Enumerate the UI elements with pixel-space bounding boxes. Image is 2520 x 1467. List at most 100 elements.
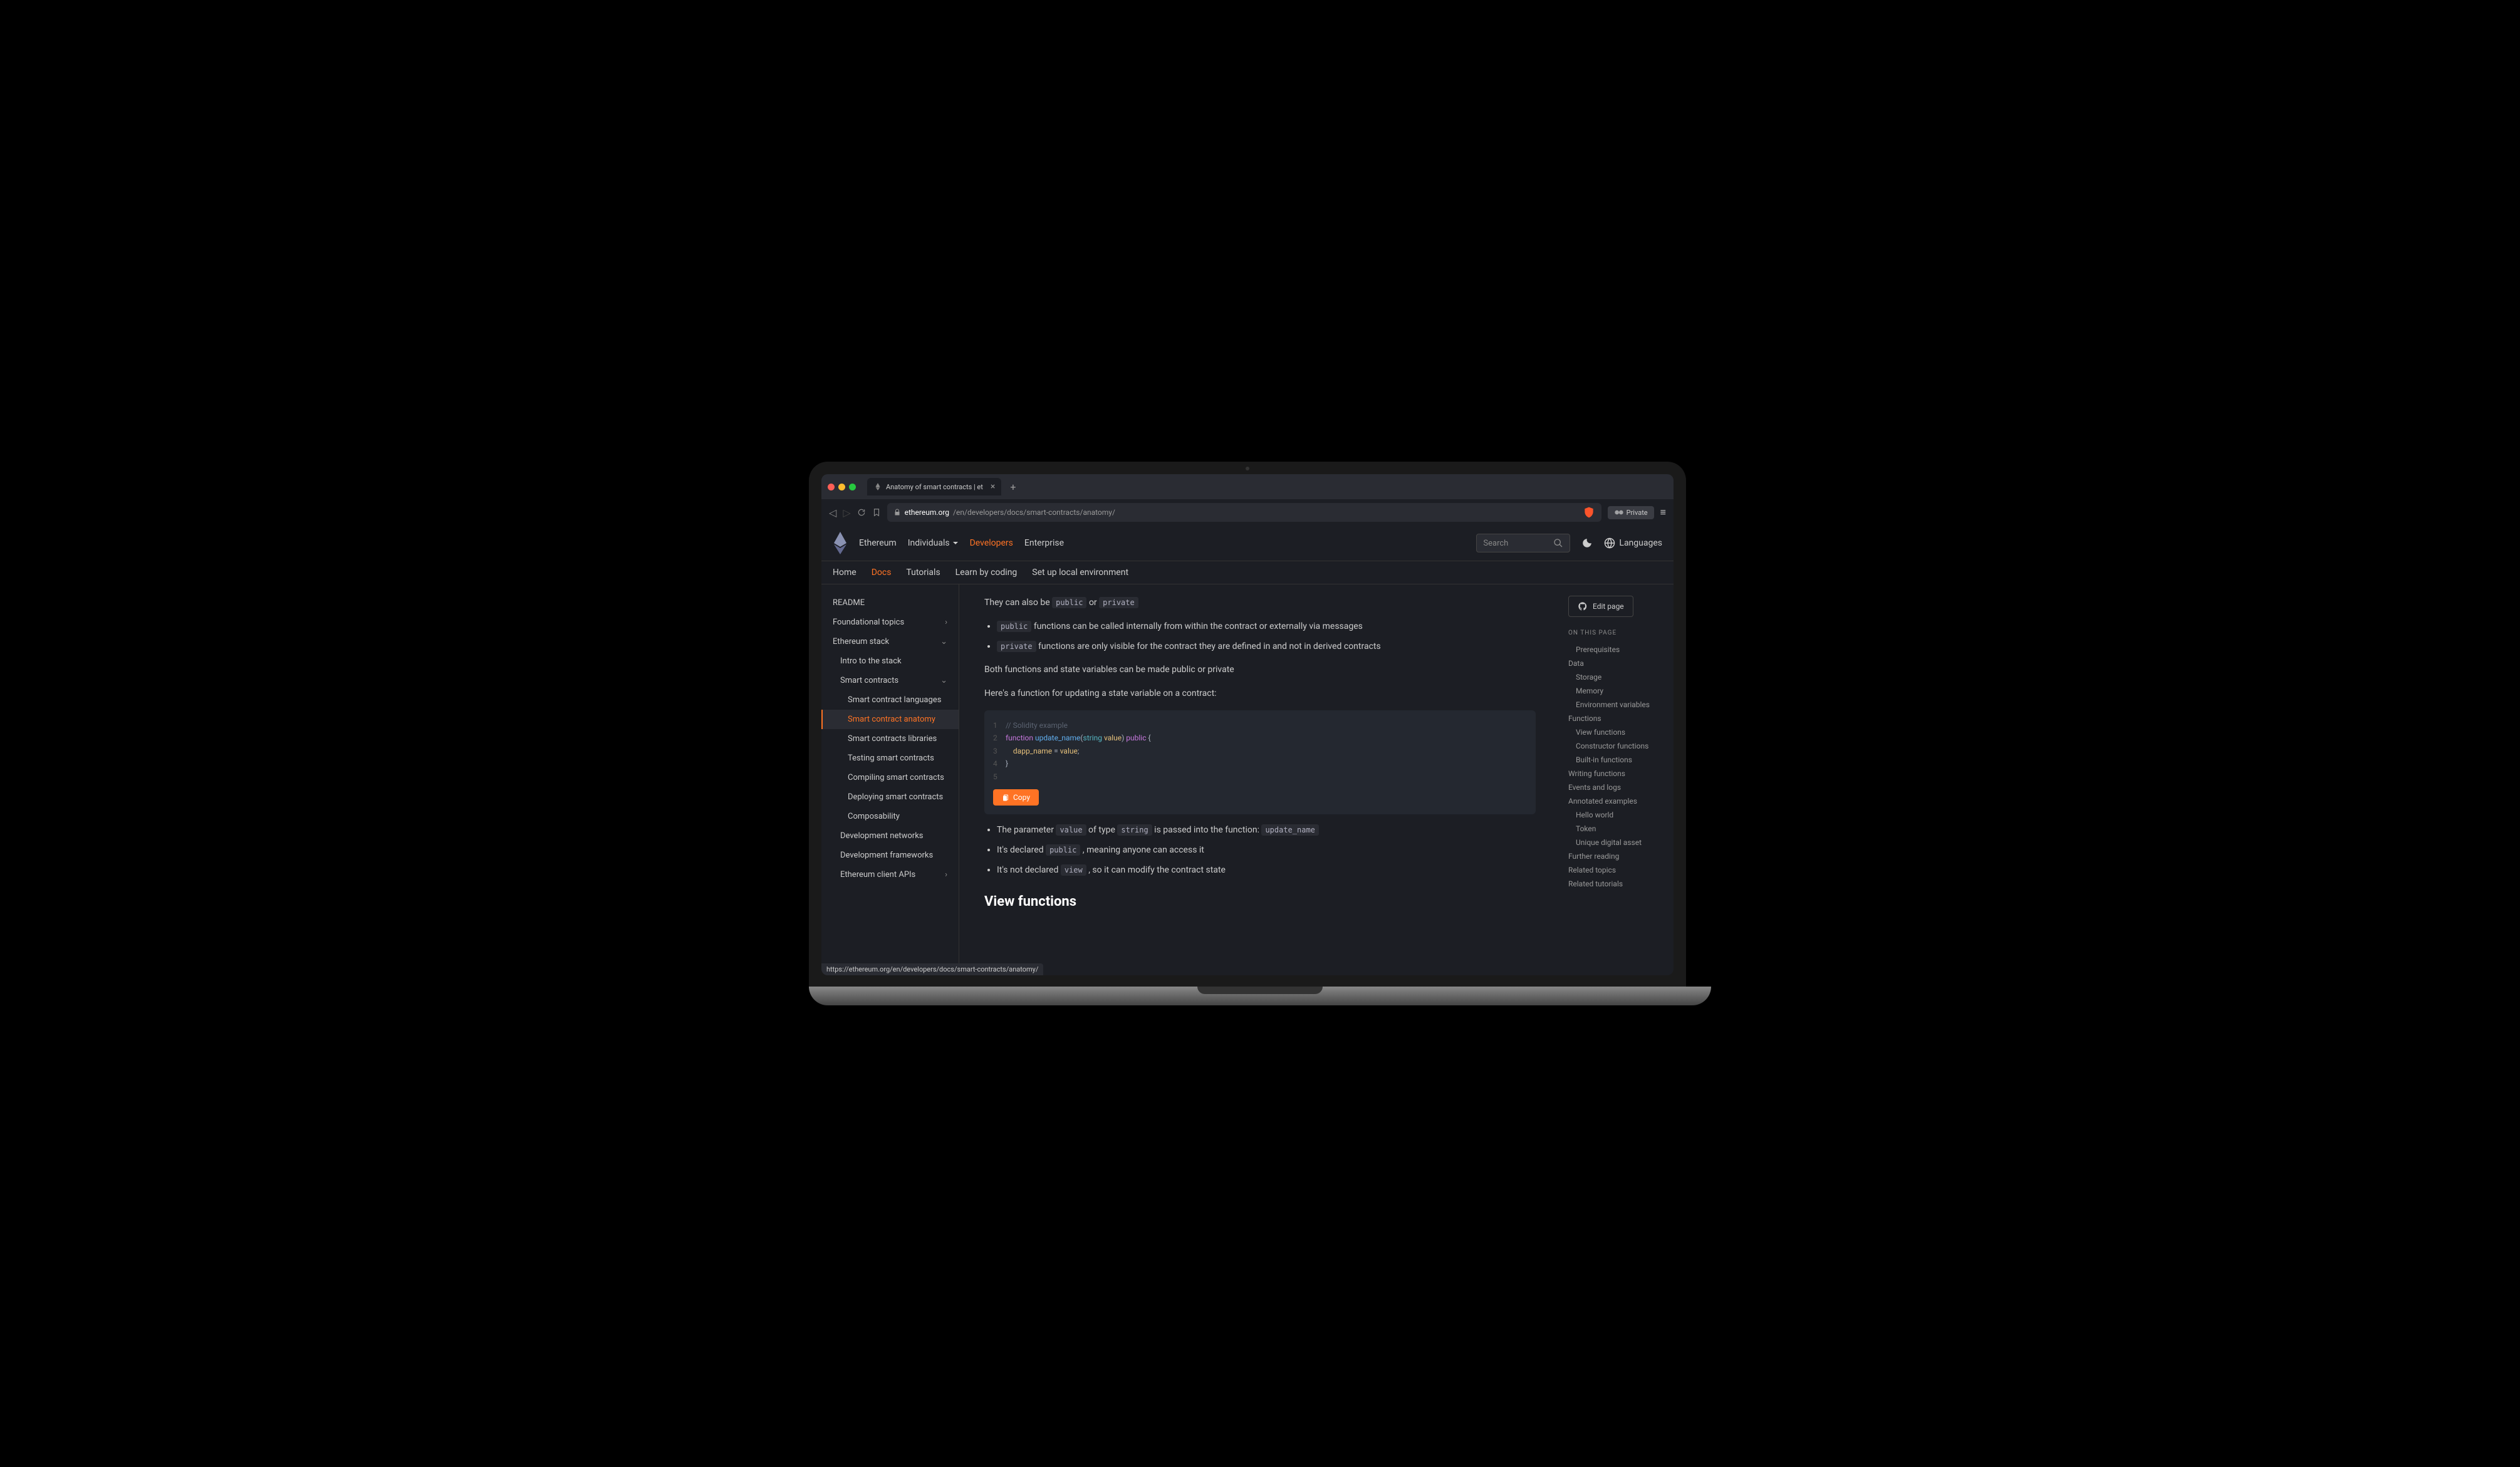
sidebar-item[interactable]: Deploying smart contracts (821, 787, 959, 807)
sidebar-item[interactable]: README (821, 593, 959, 613)
close-window[interactable] (828, 484, 835, 490)
tab-title: Anatomy of smart contracts | et (886, 483, 983, 491)
chevron-right-icon: › (945, 618, 947, 627)
inline-code: public (1052, 597, 1086, 608)
page-toc-panel: Edit page ON THIS PAGE PrerequisitesData… (1561, 584, 1674, 975)
section-heading: View functions (984, 890, 1536, 913)
toc-link[interactable]: Hello world (1568, 808, 1666, 822)
close-tab-icon[interactable]: × (991, 482, 995, 492)
ethereum-favicon (873, 482, 882, 491)
toc-link[interactable]: Storage (1568, 670, 1666, 684)
docs-subnav: Home Docs Tutorials Learn by coding Set … (821, 561, 1674, 584)
url-host: ethereum.org (905, 508, 949, 517)
sidebar-item[interactable]: Intro to the stack (821, 651, 959, 671)
moon-icon (1581, 537, 1593, 549)
toc-link[interactable]: Writing functions (1568, 767, 1666, 780)
subnav-docs[interactable]: Docs (872, 568, 892, 578)
search-icon (1553, 538, 1563, 548)
sidebar-item[interactable]: Compiling smart contracts (821, 768, 959, 787)
sidebar-item[interactable]: Ethereum stack⌄ (821, 632, 959, 651)
toc-link[interactable]: Built-in functions (1568, 753, 1666, 767)
maximize-window[interactable] (849, 484, 856, 490)
main-content: They can also be public or private publi… (959, 584, 1561, 975)
list-item: private functions are only visible for t… (997, 640, 1536, 655)
sidebar-item[interactable]: Smart contracts⌄ (821, 671, 959, 690)
theme-toggle[interactable] (1581, 537, 1593, 549)
brave-shield-icon[interactable] (1583, 506, 1595, 519)
search-input[interactable]: Search (1476, 534, 1570, 552)
copy-button[interactable]: Copy (993, 789, 1039, 806)
sidebar-item[interactable]: Smart contract anatomy (821, 710, 959, 729)
nav-enterprise[interactable]: Enterprise (1024, 538, 1064, 548)
paragraph: They can also be public or private (984, 596, 1536, 611)
toc-link[interactable]: Related topics (1568, 863, 1666, 877)
chevron-right-icon: › (945, 870, 947, 879)
subnav-home[interactable]: Home (833, 568, 856, 578)
toc-link[interactable]: Events and logs (1568, 780, 1666, 794)
toc-link[interactable]: Functions (1568, 712, 1666, 725)
toc-link[interactable]: Annotated examples (1568, 794, 1666, 808)
sidebar-item[interactable]: Foundational topics› (821, 613, 959, 632)
docs-sidebar: READMEFoundational topics›Ethereum stack… (821, 584, 959, 975)
reload-button[interactable] (857, 508, 866, 517)
browser-tab-bar: Anatomy of smart contracts | et × + (821, 474, 1674, 499)
inline-code: private (997, 641, 1036, 652)
nav-developers[interactable]: Developers (970, 538, 1013, 548)
browser-menu-button[interactable]: ≡ (1660, 506, 1666, 519)
toc-link[interactable]: View functions (1568, 725, 1666, 739)
sidebar-item[interactable]: Smart contracts libraries (821, 729, 959, 749)
sidebar-item[interactable]: Development frameworks (821, 846, 959, 865)
toc-link[interactable]: Memory (1568, 684, 1666, 698)
private-mode-badge: Private (1608, 506, 1654, 519)
toc-link[interactable]: Further reading (1568, 849, 1666, 863)
back-button[interactable]: ◁ (829, 507, 836, 519)
nav-individuals[interactable]: Individuals (908, 538, 959, 548)
toc-link[interactable]: Prerequisites (1568, 643, 1666, 656)
toc-link[interactable]: Environment variables (1568, 698, 1666, 712)
github-icon (1578, 601, 1588, 611)
new-tab-button[interactable]: + (1010, 481, 1016, 493)
bookmark-button[interactable] (872, 508, 881, 517)
browser-toolbar: ◁ ▷ ethereum.org/en/developers/docs/smar… (821, 499, 1674, 526)
paragraph: Both functions and state variables can b… (984, 663, 1536, 678)
toc-link[interactable]: Constructor functions (1568, 739, 1666, 753)
inline-code: public (997, 621, 1031, 632)
toc-link[interactable]: Related tutorials (1568, 877, 1666, 891)
toc-link[interactable]: Token (1568, 822, 1666, 836)
nav-ethereum[interactable]: Ethereum (859, 538, 897, 548)
sidebar-item[interactable]: Testing smart contracts (821, 749, 959, 768)
webcam-dot (1246, 467, 1249, 470)
subnav-learn[interactable]: Learn by coding (955, 568, 1018, 578)
bookmark-icon (872, 508, 881, 517)
chevron-down-icon: ⌄ (940, 637, 947, 646)
laptop-base (809, 987, 1711, 1005)
subnav-tutorials[interactable]: Tutorials (906, 568, 940, 578)
chevron-down-icon (952, 540, 959, 546)
browser-tab[interactable]: Anatomy of smart contracts | et × (867, 478, 1001, 495)
toc-link[interactable]: Unique digital asset (1568, 836, 1666, 849)
sidebar-item[interactable]: Smart contract languages (821, 690, 959, 710)
paragraph: Here's a function for updating a state v… (984, 687, 1536, 702)
minimize-window[interactable] (838, 484, 845, 490)
language-selector[interactable]: Languages (1604, 537, 1662, 549)
toc-heading: ON THIS PAGE (1568, 630, 1666, 636)
forward-button[interactable]: ▷ (843, 507, 850, 519)
edit-page-button[interactable]: Edit page (1568, 596, 1633, 617)
sidebar-item[interactable]: Ethereum client APIs› (821, 865, 959, 884)
list-item: The parameter value of type string is pa… (997, 823, 1536, 838)
sidebar-item[interactable]: Composability (821, 807, 959, 826)
reload-icon (857, 508, 866, 517)
url-path: /en/developers/docs/smart-contracts/anat… (953, 508, 1115, 517)
glasses-icon (1614, 509, 1624, 516)
list-item: It's declared public , meaning anyone ca… (997, 843, 1536, 858)
list-item: public functions can be called internall… (997, 619, 1536, 635)
toc-link[interactable]: Data (1568, 656, 1666, 670)
lock-icon (893, 509, 901, 516)
subnav-setup[interactable]: Set up local environment (1032, 568, 1128, 578)
site-header: Ethereum Individuals Developers Enterpri… (821, 526, 1674, 561)
sidebar-item[interactable]: Development networks (821, 826, 959, 846)
ethereum-logo[interactable] (833, 532, 848, 554)
status-bar-url: https://ethereum.org/en/developers/docs/… (821, 963, 1043, 975)
window-controls (828, 484, 856, 490)
address-bar[interactable]: ethereum.org/en/developers/docs/smart-co… (887, 503, 1601, 522)
